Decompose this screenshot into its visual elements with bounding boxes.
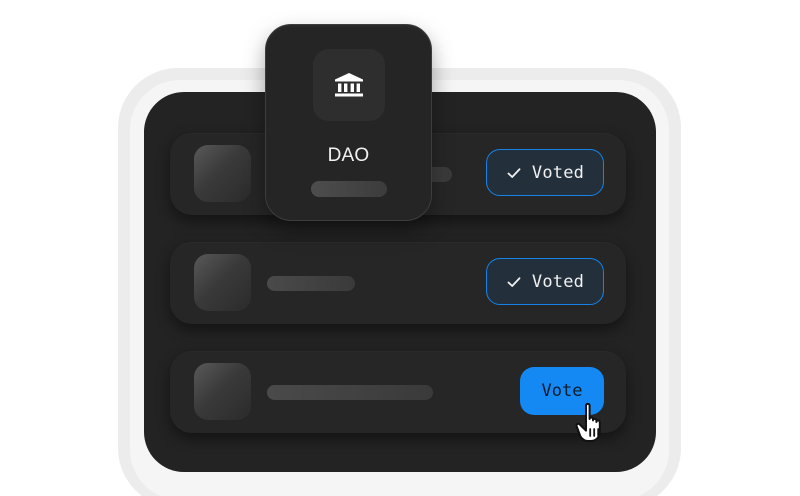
dao-icon-box xyxy=(313,49,385,121)
voted-button-label: Voted xyxy=(531,271,585,292)
proposal-thumbnail xyxy=(194,254,251,311)
proposal-title-placeholder xyxy=(267,276,355,291)
voted-button-label: Voted xyxy=(531,162,585,183)
proposal-title-placeholder xyxy=(267,385,433,400)
proposal-thumbnail xyxy=(194,145,251,202)
check-icon xyxy=(507,167,521,178)
dao-title: DAO xyxy=(327,145,370,166)
bank-building-icon xyxy=(335,73,363,97)
dao-voting-illustration: Voted Voted Vote DAO xyxy=(0,0,800,496)
proposal-row: Vote xyxy=(170,351,626,433)
check-icon xyxy=(507,276,521,287)
voted-button[interactable]: Voted xyxy=(486,149,604,196)
proposal-row: Voted xyxy=(170,242,626,324)
vote-button-label: Vote xyxy=(541,381,583,401)
proposal-thumbnail xyxy=(194,363,251,420)
pointer-hand-icon xyxy=(575,402,601,442)
dao-card[interactable]: DAO xyxy=(265,24,432,221)
voted-button[interactable]: Voted xyxy=(486,258,604,305)
dao-subtitle-placeholder xyxy=(311,181,387,197)
